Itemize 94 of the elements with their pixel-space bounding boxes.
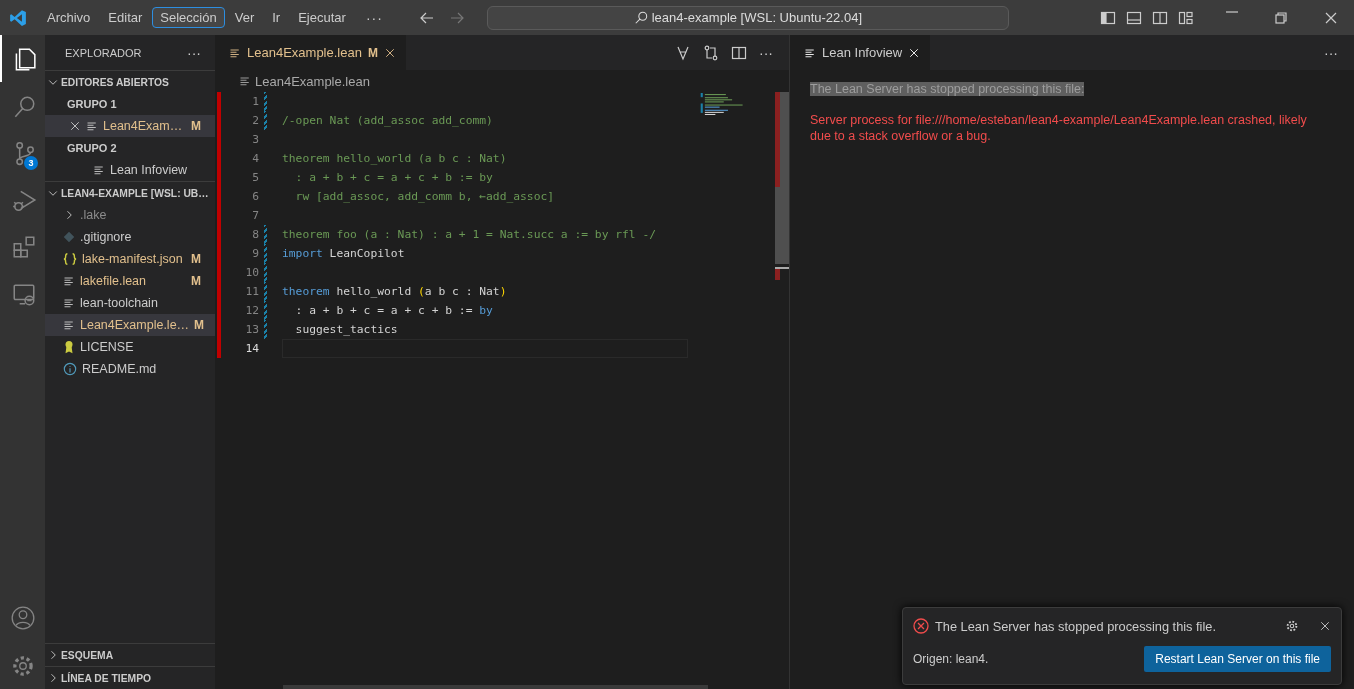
minimize-icon [1226,10,1238,13]
close-icon [383,46,396,59]
code-line: : a + b + c = a + c + b := by [294,170,494,186]
line-number: 3 [251,133,259,146]
line-number: 7 [251,209,259,222]
editor-tab[interactable]: Lean4Example.lean M [215,35,406,70]
line-number: 12 [244,304,259,317]
file-lines-icon [804,46,816,59]
sidebar-toggle-icon [1100,9,1116,26]
menu-item[interactable]: Selección [152,7,225,28]
file-tree-item[interactable]: lake-manifest.json M [45,248,215,270]
line-number: 10 [244,266,259,279]
command-center-search[interactable]: lean4-example [WSL: Ubuntu-22.04] [486,5,1009,30]
close-icon [69,120,81,132]
code-line: theorem hello_world (a b c : Nat) [282,284,508,300]
line-number: 4 [251,152,259,165]
code-line: /-open Nat (add_assoc add_comm) [282,113,494,129]
line-number: 6 [251,190,259,203]
file-tree-item[interactable]: README.md [45,358,215,380]
group-label: GRUPO 2 [66,141,118,156]
menu-item[interactable]: Ir [264,7,289,28]
source-control-tab[interactable]: 3 [0,129,45,176]
error-icon [913,618,929,634]
search-icon [633,10,648,25]
code-line: : a + b + c = a + c + b := by [294,303,494,319]
error-message: Server process for file:///home/esteban/lean4-example/Lean4Example.lean crashed, likely due to a stack overflow or a bug. [810,112,1308,144]
notification-source: Origen: lean4. [913,652,989,666]
count-badge: 3 [24,156,38,170]
code-line: import LeanCopilot [282,246,406,262]
section-header[interactable]: LEAN4-EXAMPLE [WSL: UB… [45,181,215,204]
menu-item[interactable]: Archivo [39,7,99,28]
close-icon [1319,620,1331,632]
line-number: 8 [251,228,259,241]
restore-icon [1274,10,1288,25]
menu-item[interactable]: Editar [100,7,151,28]
restart-server-button[interactable]: Restart Lean Server on this file [1144,646,1331,672]
section-header[interactable]: LÍNEA DE TIEMPO [45,666,215,689]
open-editor-item[interactable]: Lean Infoview [45,159,215,181]
code-line: suggest_tactics [294,322,399,338]
logo-icon [9,8,27,27]
more-actions-button[interactable]: ··· [187,44,201,61]
code-line: theorem foo (a : Nat) : a + 1 = Nat.succ a := by rfl -/ [282,227,658,243]
file-lines-icon [229,46,241,59]
line-number: 9 [251,247,259,260]
menu-item[interactable]: Ejecutar [290,7,354,28]
layout-icon [1178,9,1194,26]
group-label: GRUPO 1 [66,97,118,112]
close-icon [908,46,921,59]
certificate-icon [63,340,75,354]
line-number: 2 [251,114,259,127]
file-tree-item[interactable]: .gitignore [45,226,215,248]
line-number: 11 [244,285,259,298]
line-number: 13 [244,323,259,336]
menu-item[interactable]: Ver [226,7,263,28]
compare-changes-icon [703,44,719,61]
status-heading: The Lean Server has stopped processing this file: [810,82,1085,96]
line-number: 1 [251,95,259,108]
section-header[interactable]: ESQUEMA [45,643,215,666]
file-tree-item[interactable]: lakefile.lean M [45,270,215,292]
forall-icon [675,44,691,61]
sidebar-title: EXPLORADOR [65,46,142,59]
line-number: 14 [244,342,259,355]
more-actions-button[interactable]: ··· [1324,44,1338,61]
extensions-icon [10,233,37,260]
file-tree-item[interactable]: LICENSE [45,336,215,358]
secondary-sidebar-icon [1152,9,1168,26]
breadcrumb[interactable]: Lean4Example.lean [215,70,789,92]
more-actions-button[interactable]: ··· [759,44,773,61]
file-lines-icon [93,164,105,176]
file-lines-icon [63,319,75,331]
code-line: theorem hello_world (a b c : Nat) [282,151,508,167]
open-editor-item[interactable]: Lean4Exam… M [45,115,215,137]
file-lines-icon [63,275,75,287]
panel-toggle-icon [1126,9,1142,26]
file-tree-item[interactable]: lean-toolchain [45,292,215,314]
braces-icon [63,252,77,266]
more-menu-button[interactable]: ··· [353,9,395,26]
infoview-tab[interactable]: Lean Infoview [790,35,931,70]
close-icon [1324,10,1338,25]
line-number: 5 [251,171,259,184]
split-editor-icon [731,44,747,61]
section-header[interactable]: EDITORES ABIERTOS [45,70,215,93]
account-icon [9,605,36,631]
file-lines-icon [63,297,75,309]
file-tree-item[interactable]: .lake [45,204,215,226]
notification-message: The Lean Server has stopped processing this file. [935,618,1217,634]
file-tree-item[interactable]: Lean4Example.le… M [45,314,215,336]
file-lines-icon [86,120,98,132]
file-lines-icon [239,75,251,87]
info-icon [63,362,77,376]
diamond-icon [63,231,75,243]
scrollbar[interactable] [775,92,789,282]
code-line: rw [add_assoc, add_comm b, ←add_assoc] [294,189,556,205]
settings-icon [1285,619,1299,633]
